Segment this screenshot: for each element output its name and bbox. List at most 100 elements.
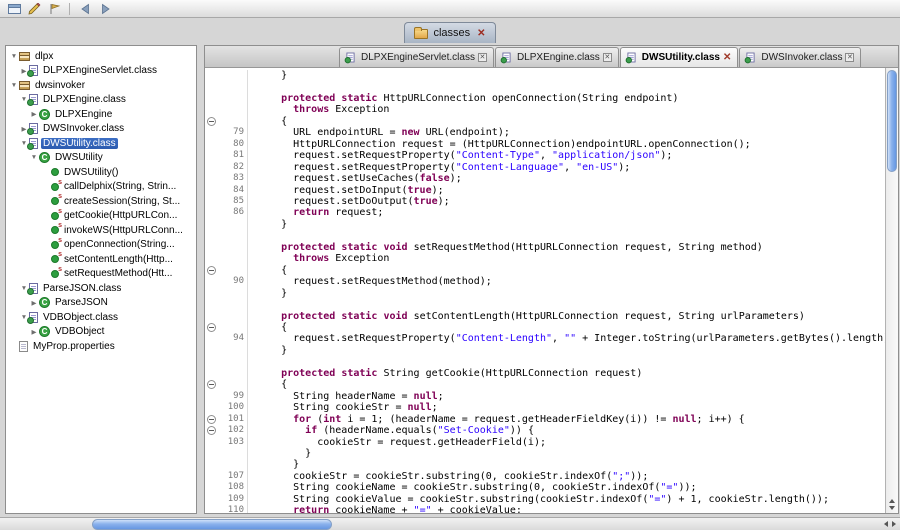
code-text: for (int i = 1; (headerName = request.ge… — [248, 414, 745, 425]
line-number — [218, 288, 248, 299]
line-number — [218, 230, 248, 241]
scroll-right-arrow-icon[interactable] — [892, 521, 896, 527]
line-number: 99 — [218, 391, 248, 402]
code-text: } — [248, 345, 287, 356]
fold-collapse-icon[interactable] — [205, 379, 218, 390]
line-number: 90 — [218, 276, 248, 287]
editor-tab-dwsinvoker-class[interactable]: DWSInvoker.class✕ — [739, 47, 861, 67]
collapse-arrow-icon[interactable]: ▼ — [29, 154, 39, 161]
code-text: request.setDoInput(true); — [248, 185, 444, 196]
close-icon[interactable]: ✕ — [477, 28, 485, 39]
horizontal-scrollbar[interactable] — [0, 517, 900, 530]
tree-item-dwsinvoker[interactable]: ▼dwsinvoker — [6, 78, 196, 93]
code-text: request.setRequestProperty("Content-Leng… — [248, 333, 885, 344]
tree-item-invokews-httpurlconn[interactable]: invokeWS(HttpURLConn... — [6, 223, 196, 238]
fold-collapse-icon[interactable] — [205, 265, 218, 276]
pencil-icon[interactable] — [25, 1, 43, 16]
fold-collapse-icon[interactable] — [205, 425, 218, 436]
line-number: 85 — [218, 196, 248, 207]
tree-item-vdbobject[interactable]: ▶VDBObject — [6, 325, 196, 340]
close-icon[interactable]: ✕ — [723, 53, 731, 63]
code-text: protected static HttpURLConnection openC… — [248, 93, 678, 104]
fold-collapse-icon[interactable] — [205, 116, 218, 127]
line-number: 101 — [218, 414, 248, 425]
fold-gutter — [205, 482, 218, 493]
code-line — [205, 230, 885, 241]
vertical-scrollbar-thumb[interactable] — [887, 70, 897, 172]
vertical-scrollbar[interactable] — [885, 68, 898, 513]
close-icon[interactable]: ✕ — [845, 53, 854, 62]
fold-gutter — [205, 219, 218, 230]
code-line — [205, 299, 885, 310]
editor-tab-dwsutility-class[interactable]: DWSUtility.class✕ — [620, 47, 739, 67]
fold-gutter — [205, 70, 218, 81]
forward-icon[interactable] — [96, 1, 114, 16]
code-line: 82 request.setRequestProperty("Content-L… — [205, 162, 885, 173]
collapse-arrow-icon[interactable]: ▼ — [9, 53, 19, 60]
tree-item-myprop-properties[interactable]: MyProp.properties — [6, 339, 196, 354]
expand-arrow-icon[interactable]: ▶ — [29, 110, 39, 118]
tree-item-label: ParseJSON.class — [41, 283, 123, 294]
editor-tab-dlpxengineservlet-class[interactable]: DLPXEngineServlet.class✕ — [339, 47, 494, 67]
tree-item-calldelphix-string-strin[interactable]: callDelphix(String, Strin... — [6, 180, 196, 195]
tree-item-dwsutility[interactable]: DWSUtility() — [6, 165, 196, 180]
fold-gutter — [205, 173, 218, 184]
horizontal-scrollbar-arrows — [884, 521, 896, 527]
scroll-down-arrow-icon[interactable] — [889, 506, 895, 510]
class-icon — [39, 109, 50, 120]
close-icon[interactable]: ✕ — [478, 53, 487, 62]
close-icon[interactable]: ✕ — [603, 53, 612, 62]
line-number — [218, 93, 248, 104]
fold-collapse-icon[interactable] — [205, 322, 218, 333]
tree-item-parsejson-class[interactable]: ▼ParseJSON.class — [6, 281, 196, 296]
tree-item-dlpxengine-class[interactable]: ▼DLPXEngine.class — [6, 93, 196, 108]
tree-item-openconnection-string[interactable]: openConnection(String... — [6, 238, 196, 253]
tree-item-dwsinvoker-class[interactable]: ▶DWSInvoker.class — [6, 122, 196, 137]
class-file-icon — [627, 52, 635, 62]
expand-arrow-icon[interactable]: ▶ — [29, 328, 39, 336]
code-text: String headerName = null; — [248, 391, 444, 402]
tree-item-setrequestmethod-htt[interactable]: setRequestMethod(Htt... — [6, 267, 196, 282]
tree-item-dlpx[interactable]: ▼dlpx — [6, 49, 196, 64]
view-tab-classes[interactable]: classes ✕ — [404, 22, 495, 43]
code-text: URL endpointURL = new URL(endpoint); — [248, 127, 510, 138]
class-file-icon — [29, 312, 38, 323]
horizontal-scrollbar-thumb[interactable] — [92, 519, 332, 530]
tree-item-vdbobject-class[interactable]: ▼VDBObject.class — [6, 310, 196, 325]
scroll-left-arrow-icon[interactable] — [884, 521, 888, 527]
tree-item-getcookie-httpurlcon[interactable]: getCookie(HttpURLCon... — [6, 209, 196, 224]
line-number: 86 — [218, 207, 248, 218]
class-icon — [39, 152, 50, 163]
tree-item-setcontentlength-http[interactable]: setContentLength(Http... — [6, 252, 196, 267]
line-number: 79 — [218, 127, 248, 138]
tree-item-parsejson[interactable]: ▶ ParseJSON — [6, 296, 196, 311]
editor-tab-dlpxengine-class[interactable]: DLPXEngine.class✕ — [495, 47, 619, 67]
code-line: 99 String headerName = null; — [205, 391, 885, 402]
line-number — [218, 368, 248, 379]
fold-gutter — [205, 162, 218, 173]
collapse-arrow-icon[interactable]: ▼ — [9, 82, 19, 89]
fold-gutter — [205, 299, 218, 310]
expand-arrow-icon[interactable]: ▶ — [29, 299, 39, 307]
tree-item-label: ParseJSON — [53, 297, 110, 308]
code-editor[interactable]: } protected static HttpURLConnection ope… — [205, 68, 885, 513]
code-line: 102 if (headerName.equals("Set-Cookie"))… — [205, 425, 885, 436]
code-text: String cookieName = cookieStr.substring(… — [248, 482, 697, 493]
fold-collapse-icon[interactable] — [205, 414, 218, 425]
tree-item-dlpxengine[interactable]: ▶DLPXEngine — [6, 107, 196, 122]
fold-gutter — [205, 104, 218, 115]
back-icon[interactable] — [76, 1, 94, 16]
tree-item-createsession-string-st[interactable]: createSession(String, St... — [6, 194, 196, 209]
package-icon — [19, 52, 30, 61]
tree-item-label: VDBObject.class — [41, 312, 120, 323]
code-line — [205, 81, 885, 92]
fold-gutter — [205, 196, 218, 207]
scroll-up-arrow-icon[interactable] — [889, 499, 895, 503]
flag-icon[interactable] — [45, 1, 63, 16]
window-icon[interactable] — [5, 1, 23, 16]
tree-item-dwsutility[interactable]: ▼DWSUtility — [6, 151, 196, 166]
tree-item-dwsutility-class[interactable]: ▼DWSUtility.class — [6, 136, 196, 151]
toolbar-separator — [69, 3, 70, 15]
tree-item-label: setRequestMethod(Htt... — [62, 268, 174, 279]
tree-item-dlpxengineservlet-class[interactable]: ▶DLPXEngineServlet.class — [6, 64, 196, 79]
